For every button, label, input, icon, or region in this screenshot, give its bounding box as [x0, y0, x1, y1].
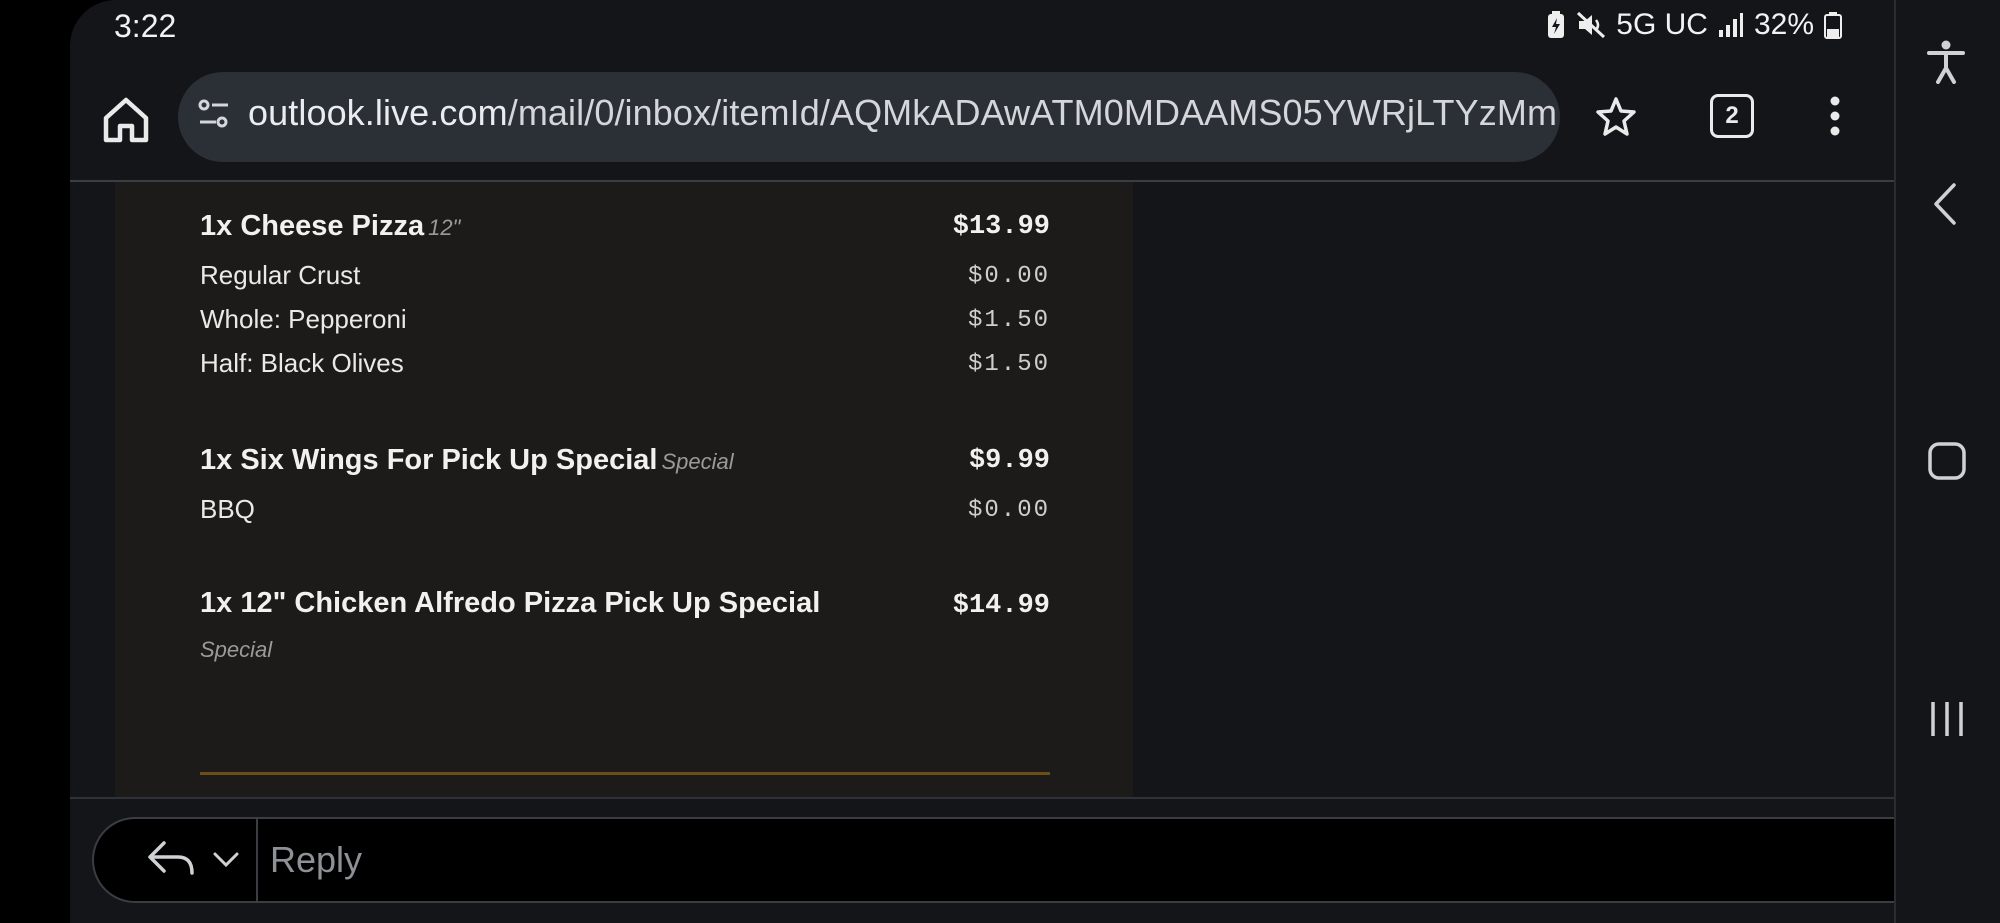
system-nav-bar: [1894, 0, 2000, 923]
address-bar[interactable]: outlook.live.com/mail/0/inbox/itemId/AQM…: [178, 72, 1560, 162]
url-text[interactable]: outlook.live.com/mail/0/inbox/itemId/AQM…: [248, 92, 1557, 134]
item-size-tag: 12": [428, 215, 461, 240]
tab-switcher-button[interactable]: 2: [1710, 94, 1754, 138]
item-tag: Special: [200, 637, 273, 662]
reply-box[interactable]: Reply: [92, 817, 1894, 903]
order-receipt: 1x Cheese Pizza 12" $13.99 Regular Crust …: [115, 182, 1133, 797]
modifier-label: BBQ: [200, 494, 255, 524]
network-label: 5G UC: [1616, 8, 1708, 41]
browser-toolbar: outlook.live.com/mail/0/inbox/itemId/AQM…: [70, 60, 1894, 180]
battery-saver-icon: [1546, 11, 1566, 39]
kebab-menu-icon: [1830, 96, 1840, 136]
email-body: 1x Cheese Pizza 12" $13.99 Regular Crust …: [70, 182, 1894, 797]
item-title: 1x 12" Chicken Alfredo Pizza Pick Up Spe…: [200, 587, 821, 619]
mute-icon: [1576, 11, 1606, 39]
home-square-icon: [1928, 442, 1966, 480]
reply-arrow-icon: [146, 839, 196, 884]
order-item: 1x Six Wings For Pick Up Special Special …: [200, 444, 1050, 477]
modifier-price: $0.00: [967, 497, 1050, 524]
modifier-price: $1.50: [967, 351, 1050, 378]
status-time: 3:22: [114, 8, 177, 44]
order-item: 1x Cheese Pizza 12" $13.99: [200, 210, 1050, 243]
battery-percent: 32%: [1753, 8, 1814, 41]
signal-icon: [1718, 12, 1744, 38]
bookmark-star-button[interactable]: [1595, 95, 1637, 142]
item-tag-row: Special: [200, 637, 1050, 663]
item-title: 1x Six Wings For Pick Up Special: [200, 444, 658, 476]
recents-icon: [1931, 702, 1963, 736]
modifier-row: Regular Crust $0.00: [200, 260, 1050, 291]
modifier-price: $0.00: [967, 263, 1050, 290]
modifier-row: Half: Black Olives $1.50: [200, 348, 1050, 379]
accessibility-button[interactable]: [1926, 40, 1966, 89]
home-nav-button[interactable]: [1928, 442, 1966, 485]
modifier-price: $1.50: [967, 307, 1050, 334]
home-icon: [103, 97, 149, 143]
chevron-down-icon: [212, 851, 240, 874]
back-button[interactable]: [1932, 182, 1958, 231]
item-tag: Special: [661, 449, 734, 474]
star-icon: [1596, 97, 1636, 136]
reply-options-button[interactable]: [116, 819, 258, 901]
item-price: $13.99: [952, 212, 1050, 242]
battery-icon: [1824, 11, 1842, 39]
status-bar: 3:22 5G UC 32%: [70, 0, 1894, 55]
modifier-label: Regular Crust: [200, 260, 361, 290]
url-path: /mail/0/inbox/itemId/AQMkADAwATM0MDAAMS0…: [507, 92, 1558, 133]
modifier-row: Whole: Pepperoni $1.50: [200, 304, 1050, 335]
item-title: 1x Cheese Pizza: [200, 210, 425, 242]
accessibility-icon: [1927, 40, 1965, 84]
url-host: outlook.live.com: [248, 92, 508, 133]
status-icons: 5G UC 32%: [1546, 8, 1842, 42]
modifier-label: Whole: Pepperoni: [200, 304, 407, 334]
back-chevron-icon: [1934, 183, 1956, 225]
modifier-row: BBQ $0.00: [200, 494, 1050, 525]
item-price: $14.99: [952, 591, 1050, 621]
recents-button[interactable]: [1928, 700, 1966, 743]
order-item: 1x 12" Chicken Alfredo Pizza Pick Up Spe…: [200, 587, 1050, 621]
receipt-divider: [200, 772, 1050, 775]
phone-screen: 3:22 5G UC 32% outlook.live.com/mail/0/i…: [70, 0, 1894, 923]
site-info-icon[interactable]: [196, 96, 232, 137]
item-price: $9.99: [968, 446, 1050, 476]
reply-input[interactable]: Reply: [270, 839, 362, 881]
modifier-label: Half: Black Olives: [200, 348, 404, 378]
more-menu-button[interactable]: [1828, 95, 1842, 142]
home-button[interactable]: [98, 92, 154, 148]
reply-bar: Reply: [70, 797, 1894, 923]
